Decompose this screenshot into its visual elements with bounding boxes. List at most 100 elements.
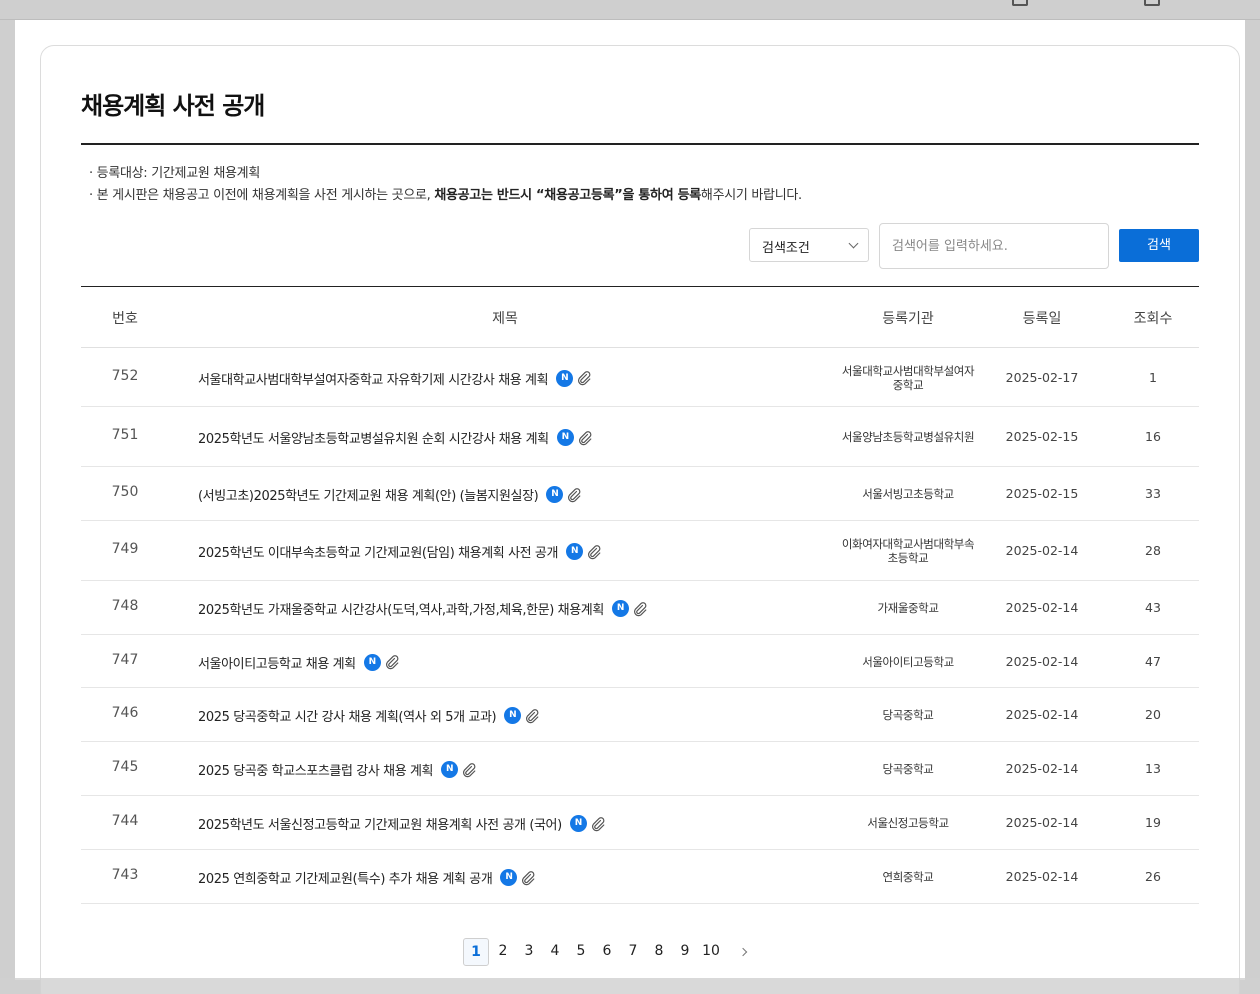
row-title-link[interactable]: 2025학년도 이대부속초등학교 기간제교원(담임) 채용계획 사전 공개 N xyxy=(198,542,602,561)
row-title-link[interactable]: 2025 당곡중학교 시간 강사 채용 계획(역사 외 5개 교과) N xyxy=(198,706,540,725)
row-number: 746 xyxy=(111,705,139,721)
attachment-icon xyxy=(568,487,581,502)
row-title: 2025 연희중학교 기간제교원(특수) 추가 채용 계획 공개 xyxy=(198,872,493,887)
row-number: 750 xyxy=(111,484,139,500)
row-organization: 서울양남초등학교병설유치원 xyxy=(841,430,975,444)
header-title: 제목 xyxy=(492,311,518,327)
new-badge: N xyxy=(504,707,522,724)
row-title: 서울아이티고등학교 채용 계획 xyxy=(198,656,356,672)
row-views: 47 xyxy=(1145,653,1161,669)
row-title-link[interactable]: 2025 당곡중 학교스포츠클럽 강사 채용 계획 N xyxy=(198,760,477,779)
table-row[interactable]: 750 (서빙고초)2025학년도 기간제교원 채용 계획(안) (늘봄지원실장)… xyxy=(81,467,1199,521)
table-header: 번호 제목 등록기관 등록일 조회수 xyxy=(81,286,1199,348)
page-9-button[interactable]: 9 xyxy=(672,938,698,966)
row-title-link[interactable]: (서빙고초)2025학년도 기간제교원 채용 계획(안) (늘봄지원실장) N xyxy=(198,485,582,504)
posts-table: 번호 제목 등록기관 등록일 조회수 752 서울대학교사범대학부설여자중학교 자… xyxy=(81,286,1199,904)
row-title: 2025학년도 서울신정고등학교 기간제교원 채용계획 사전 공개 (국어) xyxy=(198,818,562,833)
header-number: 번호 xyxy=(112,311,138,327)
new-badge: N xyxy=(546,486,564,503)
row-views: 26 xyxy=(1145,869,1161,884)
row-number: 743 xyxy=(111,867,139,883)
chevron-down-icon xyxy=(848,238,859,249)
row-title-link[interactable]: 서울대학교사범대학부설여자중학교 자유학기제 시간강사 채용 계획 N xyxy=(198,369,592,388)
row-number: 749 xyxy=(111,541,139,557)
page-6-button[interactable]: 6 xyxy=(594,938,620,966)
row-date: 2025-02-14 xyxy=(1005,543,1079,558)
print-icon[interactable] xyxy=(1012,0,1028,6)
row-title-link[interactable]: 서울아이티고등학교 채용 계획 N xyxy=(198,653,400,672)
row-title-link[interactable]: 2025학년도 가재울중학교 시간강사(도덕,역사,과학,가정,체육,한문) 채… xyxy=(198,599,648,618)
table-row[interactable]: 743 2025 연희중학교 기간제교원(특수) 추가 채용 계획 공개 N 연희중학… xyxy=(81,850,1199,904)
header-date: 등록일 xyxy=(1022,311,1062,327)
row-title-link[interactable]: 2025 연희중학교 기간제교원(특수) 추가 채용 계획 공개 N xyxy=(198,868,536,887)
chevron-right-icon xyxy=(738,947,748,957)
table-row[interactable]: 752 서울대학교사범대학부설여자중학교 자유학기제 시간강사 채용 계획 N 서울대… xyxy=(81,348,1199,407)
table-row[interactable]: 745 2025 당곡중 학교스포츠클럽 강사 채용 계획 N 당곡중학교 2025-0… xyxy=(81,742,1199,796)
search-button[interactable]: 검색 xyxy=(1119,229,1199,262)
row-views: 33 xyxy=(1145,486,1161,501)
attachment-icon xyxy=(588,544,601,559)
row-number: 747 xyxy=(111,651,139,668)
new-badge: N xyxy=(441,761,459,778)
row-date: 2025-02-17 xyxy=(1005,369,1079,385)
page-4-button[interactable]: 4 xyxy=(542,938,568,966)
row-title: 2025 당곡중학교 시간 강사 채용 계획(역사 외 5개 교과) xyxy=(198,710,497,725)
table-row[interactable]: 751 2025학년도 서울양남초등학교병설유치원 순회 시간강사 채용 계획 N 서… xyxy=(81,407,1199,467)
row-date: 2025-02-14 xyxy=(1005,869,1079,884)
row-views: 20 xyxy=(1145,707,1161,722)
attachment-icon xyxy=(385,655,399,670)
page-5-button[interactable]: 5 xyxy=(568,938,594,966)
row-organization: 연희중학교 xyxy=(882,870,934,884)
bottom-overlay xyxy=(0,978,1260,994)
page-8-button[interactable]: 8 xyxy=(646,938,672,966)
row-number: 744 xyxy=(111,813,139,829)
page-7-button[interactable]: 7 xyxy=(620,938,646,966)
browser-top-bar xyxy=(0,0,1260,20)
page-10-button[interactable]: 10 xyxy=(698,938,724,966)
table-row[interactable]: 746 2025 당곡중학교 시간 강사 채용 계획(역사 외 5개 교과) N 당곡… xyxy=(81,688,1199,742)
row-date: 2025-02-14 xyxy=(1005,600,1079,615)
search-bar: 검색조건 검색 xyxy=(41,223,1241,269)
row-date: 2025-02-14 xyxy=(1005,761,1079,776)
row-number: 748 xyxy=(111,598,139,614)
row-views: 28 xyxy=(1145,543,1161,558)
row-title: 2025학년도 가재울중학교 시간강사(도덕,역사,과학,가정,체육,한문) 채… xyxy=(198,603,604,618)
new-badge: N xyxy=(566,543,584,560)
row-title-link[interactable]: 2025학년도 서울신정고등학교 기간제교원 채용계획 사전 공개 (국어) N xyxy=(198,814,606,833)
row-title-link[interactable]: 2025학년도 서울양남초등학교병설유치원 순회 시간강사 채용 계획 N xyxy=(198,428,593,447)
row-views: 13 xyxy=(1145,761,1161,776)
attachment-icon xyxy=(522,870,535,885)
row-title: 2025학년도 이대부속초등학교 기간제교원(담임) 채용계획 사전 공개 xyxy=(198,546,559,561)
header-views: 조회수 xyxy=(1133,311,1173,327)
table-row[interactable]: 747 서울아이티고등학교 채용 계획 N 서울아이티고등학교 2025-02-14 47 xyxy=(81,635,1199,688)
page-area: 채용계획 사전 공개 · 등록대상: 기간제교원 채용계획 · 본 게시판은 채… xyxy=(15,20,1245,994)
page-1-button[interactable]: 1 xyxy=(463,938,489,966)
row-organization: 서울서빙고초등학교 xyxy=(862,487,954,501)
header-org: 등록기관 xyxy=(882,311,934,327)
board-card: 채용계획 사전 공개 · 등록대상: 기간제교원 채용계획 · 본 게시판은 채… xyxy=(40,45,1240,994)
attachment-icon xyxy=(578,430,592,445)
attachment-icon xyxy=(463,762,476,777)
attachment-icon xyxy=(578,371,591,386)
new-badge: N xyxy=(363,653,381,671)
row-views: 16 xyxy=(1145,429,1161,444)
next-page-button[interactable] xyxy=(724,939,758,965)
attachment-icon xyxy=(591,816,605,831)
page-3-button[interactable]: 3 xyxy=(516,938,542,966)
attachment-icon xyxy=(633,601,647,616)
pagination: 1 2 3 4 5 6 7 8 9 10 xyxy=(463,938,758,966)
table-row[interactable]: 748 2025학년도 가재울중학교 시간강사(도덕,역사,과학,가정,체육,한문… xyxy=(81,581,1199,635)
search-input[interactable] xyxy=(879,223,1109,269)
attachment-icon xyxy=(526,708,539,723)
share-icon[interactable] xyxy=(1144,0,1160,6)
page-2-button[interactable]: 2 xyxy=(490,938,516,966)
row-organization: 서울대학교사범대학부설여자중학교 xyxy=(841,363,975,392)
row-title: 2025 당곡중 학교스포츠클럽 강사 채용 계획 xyxy=(198,764,434,779)
table-row[interactable]: 749 2025학년도 이대부속초등학교 기간제교원(담임) 채용계획 사전 공개… xyxy=(81,521,1199,581)
search-condition-select[interactable]: 검색조건 xyxy=(749,228,869,262)
page-title: 채용계획 사전 공개 xyxy=(81,92,265,120)
row-date: 2025-02-14 xyxy=(1005,653,1079,669)
note-emphasis: 채용공고는 반드시 “채용공고등록”을 통하여 등록 xyxy=(434,188,701,203)
row-views: 43 xyxy=(1145,600,1161,615)
table-row[interactable]: 744 2025학년도 서울신정고등학교 기간제교원 채용계획 사전 공개 (국어… xyxy=(81,796,1199,850)
